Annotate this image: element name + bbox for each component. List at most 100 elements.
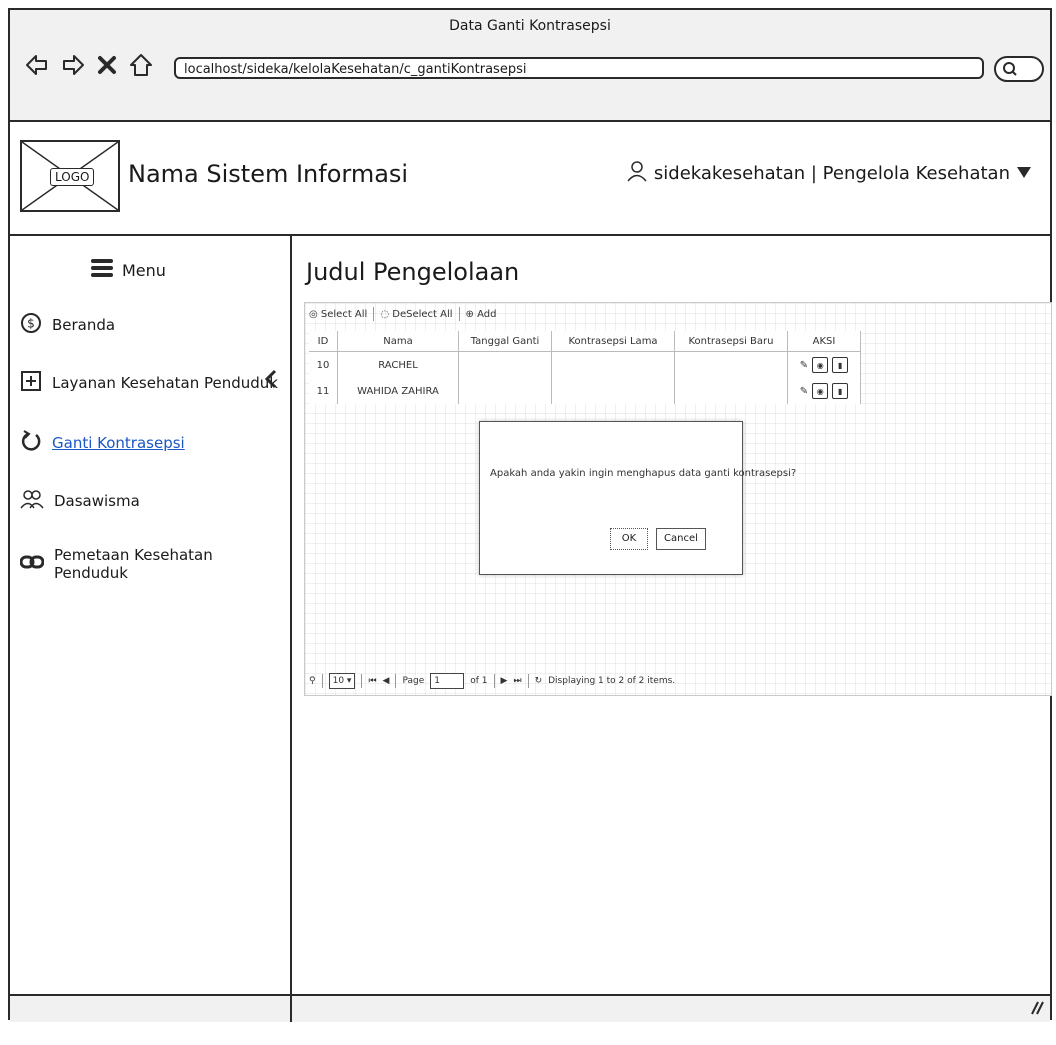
nav-buttons (24, 52, 154, 78)
table-row[interactable]: 10 RACHEL ✎ ◉ ▮ (309, 351, 861, 378)
delete-button-icon[interactable]: ▮ (832, 357, 849, 373)
view-button-icon[interactable]: ◉ (812, 357, 829, 373)
table-row[interactable]: 11 WAHIDA ZAHIRA ✎ ◉ ▮ (309, 378, 861, 404)
cell-kontrasepsi-lama (551, 351, 675, 378)
delete-button-icon[interactable]: ▮ (832, 383, 849, 399)
sidebar-item-label: Beranda (52, 316, 116, 334)
next-page-icon[interactable]: ▶ (501, 676, 508, 686)
page-of-label: of 1 (470, 676, 488, 686)
cell-id: 10 (309, 351, 338, 378)
link-icon (19, 555, 45, 573)
cell-nama: WAHIDA ZAHIRA (337, 378, 459, 404)
page-size-value: 10 (332, 676, 345, 686)
sidebar-item-layanan-kesehatan[interactable]: Layanan Kesehatan Penduduk (20, 370, 278, 396)
data-table: ID Nama Tanggal Ganti Kontrasepsi Lama K… (309, 331, 861, 404)
logo-label: LOGO (50, 168, 95, 186)
close-x-icon[interactable] (96, 52, 118, 78)
status-bar (10, 994, 1050, 1022)
cell-nama: RACHEL (337, 351, 459, 378)
menu-header[interactable]: Menu (90, 258, 166, 282)
cell-kontrasepsi-baru (674, 378, 788, 404)
search-icon (1003, 62, 1017, 76)
app-header: LOGO Nama Sistem Informasi sidekakesehat… (10, 120, 1050, 236)
column-header[interactable]: Kontrasepsi Baru (674, 331, 788, 352)
pager-divider (527, 674, 529, 688)
magnifier-icon[interactable]: ⚲ (309, 676, 316, 686)
cell-aksi: ✎ ◉ ▮ (787, 351, 861, 378)
page-size-select[interactable]: 10 ▾ (328, 673, 356, 689)
refresh-icon (20, 430, 42, 456)
sidebar-item-ganti-kontrasepsi[interactable]: Ganti Kontrasepsi (20, 430, 185, 456)
svg-text:$: $ (27, 317, 35, 331)
window-title: Data Ganti Kontrasepsi (449, 18, 611, 34)
menu-label: Menu (122, 260, 166, 280)
column-header[interactable]: Nama (337, 331, 459, 352)
column-header[interactable]: ID (309, 331, 338, 352)
toolbar-divider (373, 307, 375, 321)
ok-button[interactable]: OK (610, 528, 648, 550)
pager-divider (493, 674, 495, 688)
view-button-icon[interactable]: ◉ (812, 383, 829, 399)
sidebar-item-label: Dasawisma (54, 492, 140, 510)
column-header: AKSI (787, 331, 861, 352)
logo: LOGO (20, 140, 120, 212)
cell-tanggal (458, 378, 552, 404)
edit-pencil-icon[interactable]: ✎ (800, 386, 808, 397)
deselect-all-button[interactable]: ◌ DeSelect All (380, 309, 452, 320)
last-page-icon[interactable]: ⏭ (513, 676, 521, 686)
pagination-bar: ⚲ 10 ▾ ⏮ ◀ Page 1 of 1 ▶ ⏭ ↻ Displaying … (309, 673, 675, 689)
cell-kontrasepsi-lama (551, 378, 675, 404)
pager-divider (321, 674, 323, 688)
app-name: Nama Sistem Informasi (128, 160, 409, 188)
data-grid: ◎ Select All ◌ DeSelect All ⊕ Add ID Nam… (304, 302, 1052, 696)
forward-arrow-icon[interactable] (60, 52, 86, 78)
cell-id: 11 (309, 378, 338, 404)
user-label: sidekakesehatan | Pengelola Kesehatan (653, 163, 1010, 184)
sidebar-item-dasawisma[interactable]: Dasawisma (20, 488, 140, 514)
user-menu[interactable]: sidekakesehatan | Pengelola Kesehatan (626, 160, 1032, 187)
sidebar-item-label: Layanan Kesehatan Penduduk (52, 374, 278, 392)
confirm-delete-dialog: Apakah anda yakin ingin menghapus data g… (479, 421, 796, 575)
sidebar-item-label: Ganti Kontrasepsi (52, 434, 185, 452)
pager-divider (395, 674, 397, 688)
select-all-button[interactable]: ◎ Select All (309, 309, 367, 320)
cell-tanggal (458, 351, 552, 378)
cell-aksi: ✎ ◉ ▮ (787, 378, 861, 404)
select-all-label: Select All (320, 308, 368, 320)
prev-page-icon[interactable]: ◀ (383, 676, 390, 686)
edit-pencil-icon[interactable]: ✎ (800, 360, 808, 371)
add-label: Add (477, 308, 497, 320)
sidebar-item-label: Pemetaan Kesehatan Penduduk (54, 546, 213, 582)
column-header[interactable]: Kontrasepsi Lama (551, 331, 675, 352)
cancel-button[interactable]: Cancel (656, 528, 706, 550)
caret-down-icon (1016, 163, 1032, 184)
first-page-icon[interactable]: ⏮ (368, 676, 376, 686)
back-arrow-icon[interactable] (24, 52, 50, 78)
resize-grip-icon[interactable] (1030, 998, 1044, 1020)
page-label: Page (402, 676, 425, 686)
search-button[interactable] (994, 56, 1044, 82)
main-content: Judul Pengelolaan ◎ Select All ◌ DeSelec… (292, 234, 1052, 994)
sidebar-item-pemetaan[interactable]: Pemetaan Kesehatan Penduduk (19, 546, 290, 582)
browser-chrome: Data Ganti Kontrasepsi localhost/sideka/… (10, 10, 1050, 122)
footer-divider (290, 996, 292, 1022)
user-icon (626, 160, 648, 187)
page-title: Judul Pengelolaan (306, 258, 520, 286)
grid-toolbar: ◎ Select All ◌ DeSelect All ⊕ Add (309, 307, 496, 321)
reload-icon[interactable]: ↻ (535, 676, 543, 686)
browser-window: Data Ganti Kontrasepsi localhost/sideka/… (8, 8, 1052, 1022)
cell-kontrasepsi-baru (674, 351, 788, 378)
chevron-left-icon[interactable] (264, 368, 278, 394)
pager-status: Displaying 1 to 2 of 2 items. (548, 676, 676, 686)
hamburger-icon (90, 258, 114, 282)
page-number-input[interactable]: 1 (430, 673, 465, 689)
address-bar[interactable]: localhost/sideka/kelolaKesehatan/c_ganti… (174, 57, 984, 79)
home-icon[interactable] (128, 52, 154, 78)
plus-box-icon (20, 370, 42, 396)
sidebar: Menu $ Beranda Layanan Kesehatan Pendudu… (10, 234, 292, 994)
add-button[interactable]: ⊕ Add (466, 309, 497, 320)
deselect-all-label: DeSelect All (392, 308, 453, 320)
toolbar-divider (458, 307, 460, 321)
sidebar-item-beranda[interactable]: $ Beranda (20, 312, 115, 338)
column-header[interactable]: Tanggal Ganti (458, 331, 552, 352)
